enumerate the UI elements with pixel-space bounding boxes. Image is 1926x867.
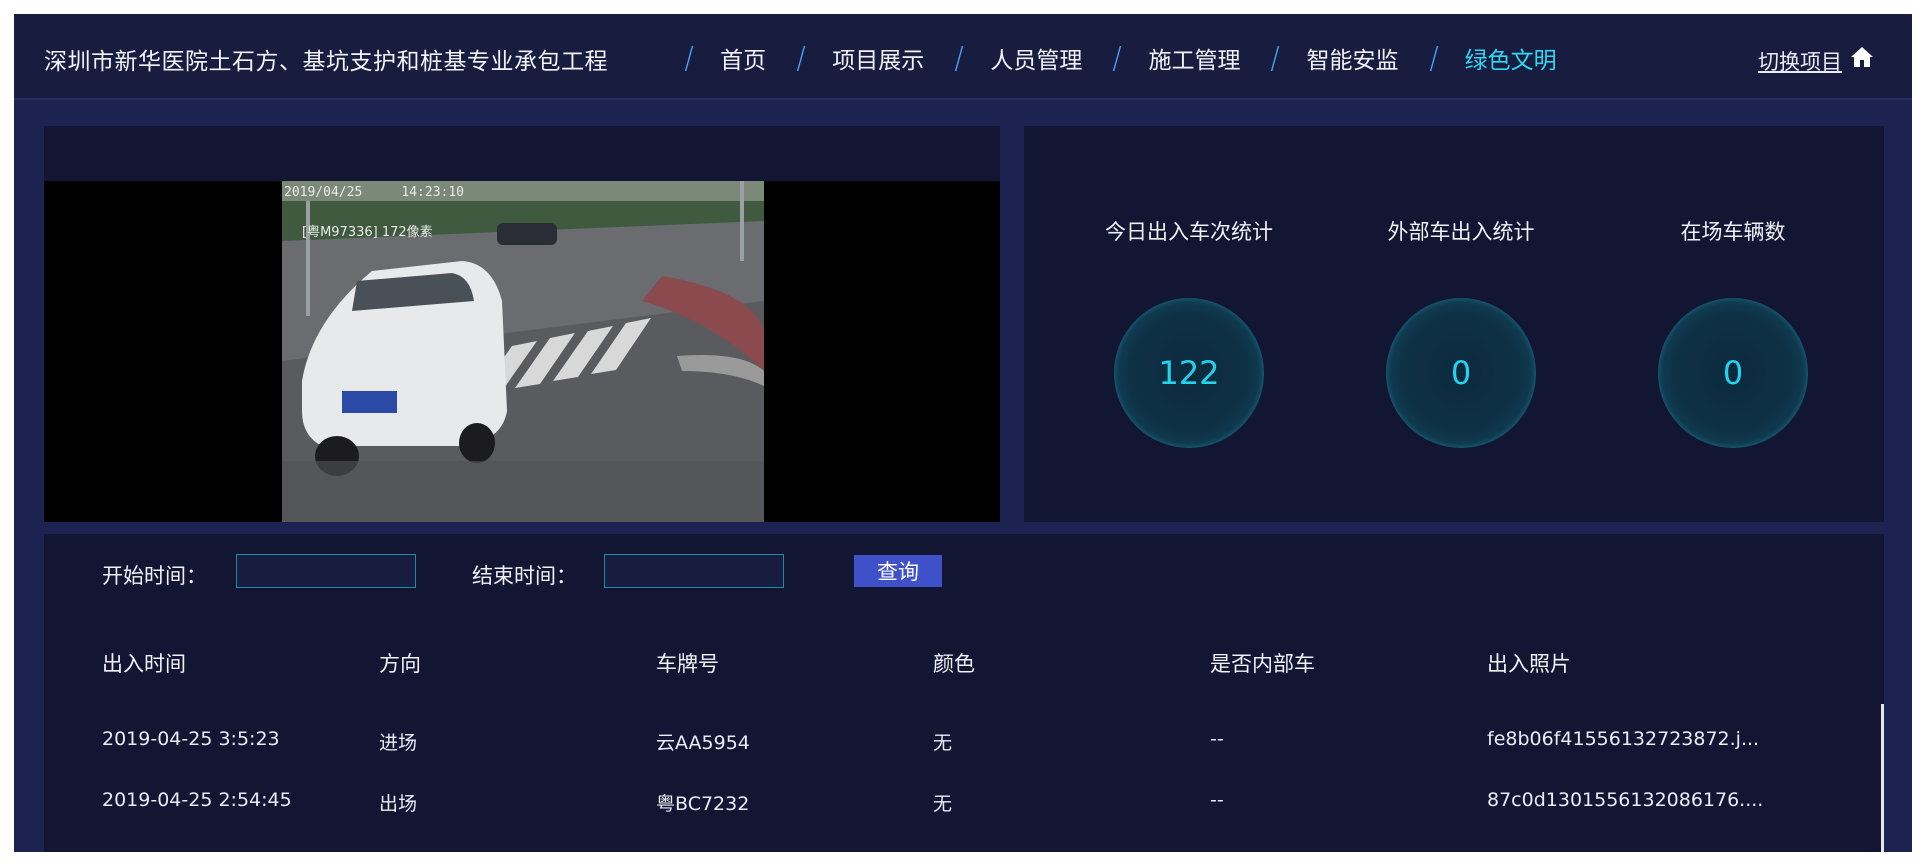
column-header-photo: 出入照片: [1487, 652, 1571, 676]
nav-item-green-civilization[interactable]: / 绿色文明: [1429, 41, 1587, 76]
video-player[interactable]: [粤M97336] 172像素 2019/04/25 14:23:10 [粤M9…: [44, 181, 1000, 522]
stats-panel: 今日出入车次统计 122 外部车出入统计 0 在场车辆数 0: [1024, 126, 1884, 522]
stat-vehicles-on-site: 在场车辆数 0: [1623, 216, 1843, 448]
table-row[interactable]: 2019-04-25 3:5:23 进场 云AA5954 无 -- fe8b06…: [44, 728, 1884, 788]
nav-separator: /: [796, 40, 806, 76]
camera-timestamp: 2019/04/25 14:23:10: [284, 185, 465, 200]
column-header-plate: 车牌号: [656, 652, 719, 676]
home-icon[interactable]: [1850, 46, 1874, 68]
table-scrollbar[interactable]: [1881, 704, 1884, 852]
top-header: 深圳市新华医院土石方、基坑支护和桩基专业承包工程 / 首页 / 项目展示 / 人…: [14, 14, 1912, 100]
stat-circle: 0: [1658, 298, 1808, 448]
cell-photo[interactable]: 87c0d1301556132086176....: [1487, 789, 1763, 811]
nav-label: 项目展示: [832, 48, 925, 74]
stat-label: 在场车辆数: [1680, 220, 1786, 244]
cell-photo[interactable]: fe8b06f41556132723872.j...: [1487, 728, 1759, 750]
cell-plate: 粤BC7232: [656, 793, 750, 815]
records-panel: 开始时间： 结束时间： 查询 出入时间 方向 车牌号 颜色 是否内部车 出入照片…: [44, 534, 1884, 852]
stat-label: 外部车出入统计: [1387, 220, 1535, 244]
stat-external-vehicles: 外部车出入统计 0: [1351, 216, 1571, 448]
cell-internal: --: [1210, 789, 1224, 811]
video-panel: [粤M97336] 172像素 2019/04/25 14:23:10 [粤M9…: [44, 126, 1000, 522]
table-row[interactable]: 2019-04-25 2:54:45 出场 粤BC7232 无 -- 87c0d…: [44, 789, 1884, 849]
nav-item-home[interactable]: / 首页: [684, 41, 796, 76]
nav-item-personnel[interactable]: / 人员管理: [954, 41, 1112, 76]
stat-value: 122: [1158, 354, 1220, 392]
switch-project-link[interactable]: 切换项目: [1758, 46, 1842, 76]
start-time-label: 开始时间：: [102, 564, 207, 588]
stat-label: 今日出入车次统计: [1105, 220, 1273, 244]
nav-separator: /: [1429, 40, 1439, 76]
nav-label: 绿色文明: [1464, 48, 1557, 74]
cell-time: 2019-04-25 2:54:45: [102, 789, 292, 811]
start-time-input[interactable]: [236, 554, 416, 588]
nav-item-project-display[interactable]: / 项目展示: [796, 41, 954, 76]
cell-color: 无: [933, 732, 953, 754]
column-header-color: 颜色: [933, 652, 975, 676]
nav-label: 人员管理: [990, 48, 1083, 74]
stat-circle: 0: [1386, 298, 1536, 448]
nav-separator: /: [954, 40, 964, 76]
nav-label: 智能安监: [1306, 48, 1399, 74]
cell-internal: --: [1210, 728, 1224, 750]
nav-item-safety[interactable]: / 智能安监: [1270, 41, 1428, 76]
records-table-body[interactable]: 2019-04-25 3:5:23 进场 云AA5954 无 -- fe8b06…: [44, 692, 1884, 852]
stat-value: 0: [1722, 354, 1744, 392]
cell-plate: 云AA5954: [656, 732, 750, 754]
column-header-direction: 方向: [379, 652, 421, 676]
column-header-internal: 是否内部车: [1210, 652, 1315, 676]
cell-color: 无: [933, 793, 953, 815]
query-button[interactable]: 查询: [854, 555, 942, 587]
nav-label: 施工管理: [1148, 48, 1241, 74]
stat-today-total: 今日出入车次统计 122: [1079, 216, 1299, 448]
camera-plate-overlay: [粤M97336] 172像素: [302, 225, 433, 240]
nav-separator: /: [684, 40, 694, 76]
stat-circle: 122: [1114, 298, 1264, 448]
app-frame: 深圳市新华医院土石方、基坑支护和桩基专业承包工程 / 首页 / 项目展示 / 人…: [14, 14, 1912, 852]
camera-feed: [粤M97336] 172像素 2019/04/25 14:23:10 [粤M9…: [282, 181, 764, 522]
cell-time: 2019-04-25 3:5:23: [102, 728, 280, 750]
column-header-time: 出入时间: [102, 652, 186, 676]
nav-separator: /: [1270, 40, 1281, 76]
nav-label: 首页: [720, 48, 767, 74]
main-nav: / 首页 / 项目展示 / 人员管理 / 施工管理 / 智能安监 / 绿色文明: [684, 36, 1587, 80]
stat-value: 0: [1450, 354, 1472, 392]
end-time-input[interactable]: [604, 554, 784, 588]
cell-direction: 进场: [379, 732, 418, 754]
project-title: 深圳市新华医院土石方、基坑支护和桩基专业承包工程: [44, 49, 608, 75]
nav-item-construction[interactable]: / 施工管理: [1112, 41, 1270, 76]
end-time-label: 结束时间：: [472, 564, 577, 588]
nav-separator: /: [1112, 40, 1122, 76]
cell-direction: 出场: [379, 793, 418, 815]
